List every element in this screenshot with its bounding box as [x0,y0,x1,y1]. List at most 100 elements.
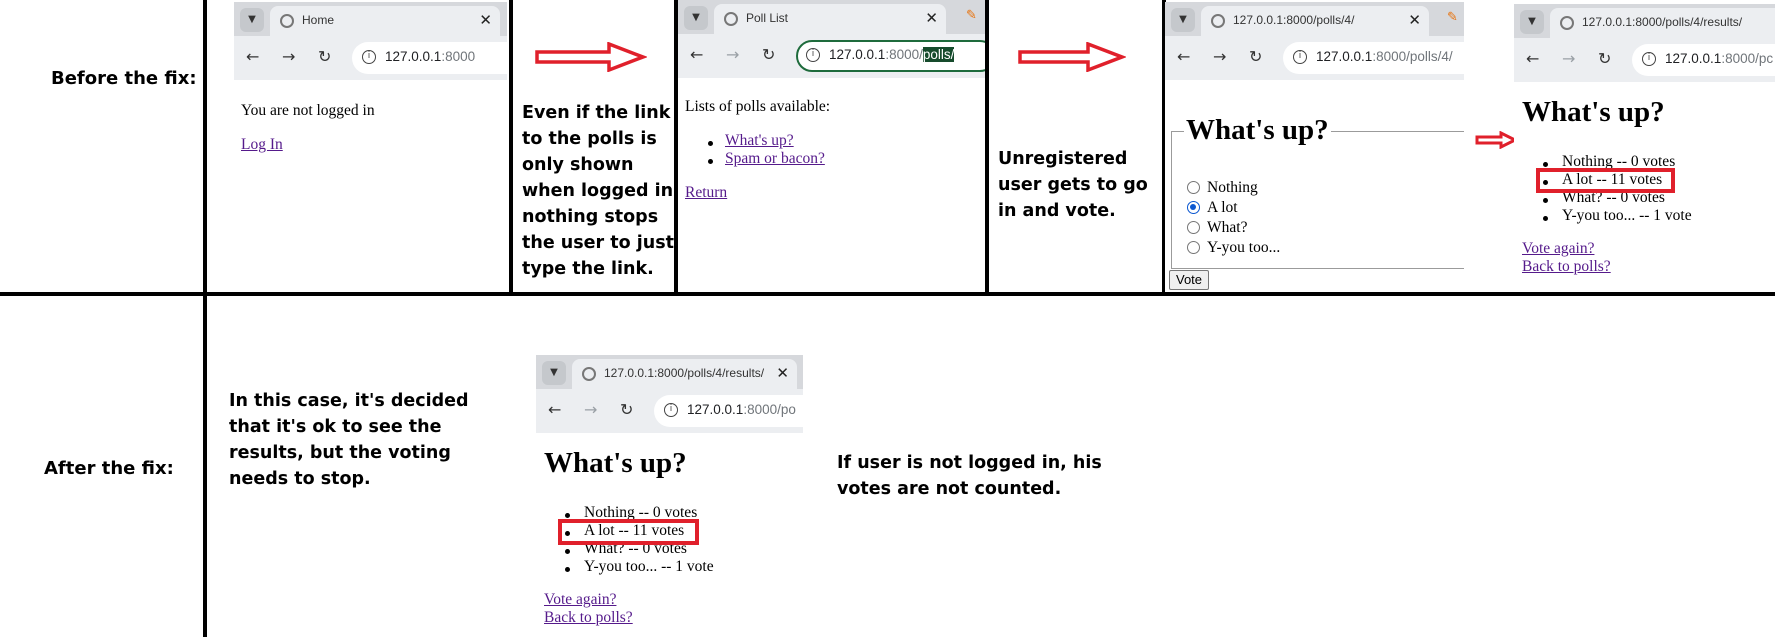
poll-link-spam-or-bacon[interactable]: Spam or bacon? [725,150,825,168]
toolbar: ← → ↻ i 127.0.0.1:8000/polls/4/ [1165,36,1464,80]
close-icon[interactable]: ✕ [925,9,938,27]
tab-search-button[interactable]: ▼ [542,361,566,385]
return-link[interactable]: Return [685,184,727,202]
globe-icon [582,367,596,381]
close-icon[interactable]: ✕ [479,11,492,29]
url-text: 127.0.0.1:8000/po [687,402,796,417]
url-text: 127.0.0.1:8000/pc [1665,51,1774,66]
url-text: 127.0.0.1:8000/polls/4/ [1316,49,1453,64]
tab-search-button[interactable]: ▼ [240,8,264,32]
browser-results-after: ▼ 127.0.0.1:8000/polls/4/results/ ✕ ← → … [536,355,803,637]
forward-icon[interactable]: → [584,400,597,419]
radio-a-lot[interactable] [1187,201,1200,214]
toolbar: ← → ↻ i 127.0.0.1:8000/polls/ [678,34,985,78]
tab-title: Poll List [746,11,789,25]
info-icon[interactable]: i [362,50,376,64]
forward-icon[interactable]: → [1213,47,1226,66]
question-title: What's up? [1522,96,1665,128]
poll-link-whats-up[interactable]: What's up? [725,132,794,150]
divider-col-2 [509,0,513,294]
bullet [565,549,570,554]
back-icon[interactable]: ← [548,400,561,419]
vote-again-link[interactable]: Vote again? [1522,240,1594,258]
choice-label: What? [1207,219,1248,236]
close-icon[interactable]: ✕ [1408,11,1421,29]
tab-results[interactable]: 127.0.0.1:8000/polls/4/results/ [1550,8,1775,38]
vote-again-link[interactable]: Vote again? [544,591,616,609]
url-text: 127.0.0.1:8000/polls/ [829,47,955,62]
reload-icon[interactable]: ↻ [762,45,775,64]
tab-bar: ▼ 127.0.0.1:8000/polls/4/results/ ✕ [536,355,803,389]
forward-icon[interactable]: → [726,45,739,64]
browser-results-before: ▼ 127.0.0.1:8000/polls/4/results/ ← → ↻ … [1514,4,1775,292]
reload-icon[interactable]: ↻ [1249,47,1262,66]
tab-vote[interactable]: 127.0.0.1:8000/polls/4/ ✕ [1201,6,1429,36]
forward-icon[interactable]: → [1562,49,1575,68]
globe-icon [1211,14,1225,28]
question-title: What's up? [544,447,687,479]
back-icon[interactable]: ← [246,47,259,66]
tab-home[interactable]: Home ✕ [270,6,500,36]
radio-what[interactable] [1187,221,1200,234]
browser-poll-list: ▼ Poll List ✕ ✎ ← → ↻ i 127.0.0.1:8000/p… [678,0,985,292]
radio-y-you-too[interactable] [1187,241,1200,254]
arrow-icon [1475,131,1519,149]
result-item: Y-you too... -- 1 vote [1562,207,1692,224]
info-icon[interactable]: i [806,48,820,62]
toolbar: ← → ↻ i 127.0.0.1:8000/pc [1514,38,1775,82]
back-icon[interactable]: ← [690,45,703,64]
tab-title: 127.0.0.1:8000/polls/4/results/ [604,366,765,380]
note-votes-not-counted: If user is not logged in, his votes are … [837,453,1102,499]
tab-search-button[interactable]: ▼ [684,6,708,30]
back-to-polls-link[interactable]: Back to polls? [544,609,633,627]
back-icon[interactable]: ← [1526,49,1539,68]
divider-left [203,0,207,637]
note-link-bypass: Even if the link to the polls is only sh… [522,103,680,279]
arrow-icon [535,42,647,72]
bullet [1543,162,1548,167]
address-bar[interactable]: i 127.0.0.1:8000/po [654,395,803,427]
choice-label: Y-you too... [1207,239,1281,256]
radio-nothing[interactable] [1187,181,1200,194]
login-link[interactable]: Log In [241,136,283,154]
tab-bar: ▼ Home ✕ [234,2,507,36]
address-bar[interactable]: i 127.0.0.1:8000 [352,42,507,74]
bullet [708,159,713,164]
divider-middle [0,292,1775,296]
question-title: What's up? [1184,114,1331,147]
address-bar[interactable]: i 127.0.0.1:8000/pc [1632,44,1775,76]
tab-search-button[interactable]: ▼ [1171,8,1195,32]
browser-home: ▼ Home ✕ ← → ↻ i 127.0.0.1:8000 You are … [234,2,507,292]
edit-icon[interactable]: ✎ [1447,10,1458,25]
info-icon[interactable]: i [1293,50,1307,64]
tab-search-button[interactable]: ▼ [1520,10,1544,34]
tab-title: Home [302,13,335,27]
close-icon[interactable]: ✕ [776,364,789,382]
bullet [565,567,570,572]
back-icon[interactable]: ← [1177,47,1190,66]
tab-results[interactable]: 127.0.0.1:8000/polls/4/results/ ✕ [572,359,797,389]
address-bar[interactable]: i 127.0.0.1:8000/polls/ [796,40,985,72]
reload-icon[interactable]: ↻ [1598,49,1611,68]
arrow-icon [1018,42,1126,72]
edit-icon[interactable]: ✎ [966,8,977,23]
toolbar: ← → ↻ i 127.0.0.1:8000/po [536,389,803,433]
back-to-polls-link[interactable]: Back to polls? [1522,258,1611,276]
address-bar[interactable]: i 127.0.0.1:8000/polls/4/ [1283,42,1464,74]
tab-bar: ▼ 127.0.0.1:8000/polls/4/results/ [1514,4,1775,38]
tab-poll-list[interactable]: Poll List ✕ [714,4,946,34]
vote-button[interactable]: Vote [1169,270,1209,290]
highlight-box [558,519,699,545]
after-label: After the fix: [44,458,174,479]
reload-icon[interactable]: ↻ [620,400,633,419]
toolbar: ← → ↻ i 127.0.0.1:8000 [234,36,507,80]
info-icon[interactable]: i [664,403,678,417]
bullet [565,513,570,518]
divider-col-4 [985,0,989,294]
info-icon[interactable]: i [1642,52,1656,66]
highlight-box [1536,168,1675,193]
choice-label: A lot [1207,199,1238,216]
bullet [1543,216,1548,221]
reload-icon[interactable]: ↻ [318,47,331,66]
forward-icon[interactable]: → [282,47,295,66]
